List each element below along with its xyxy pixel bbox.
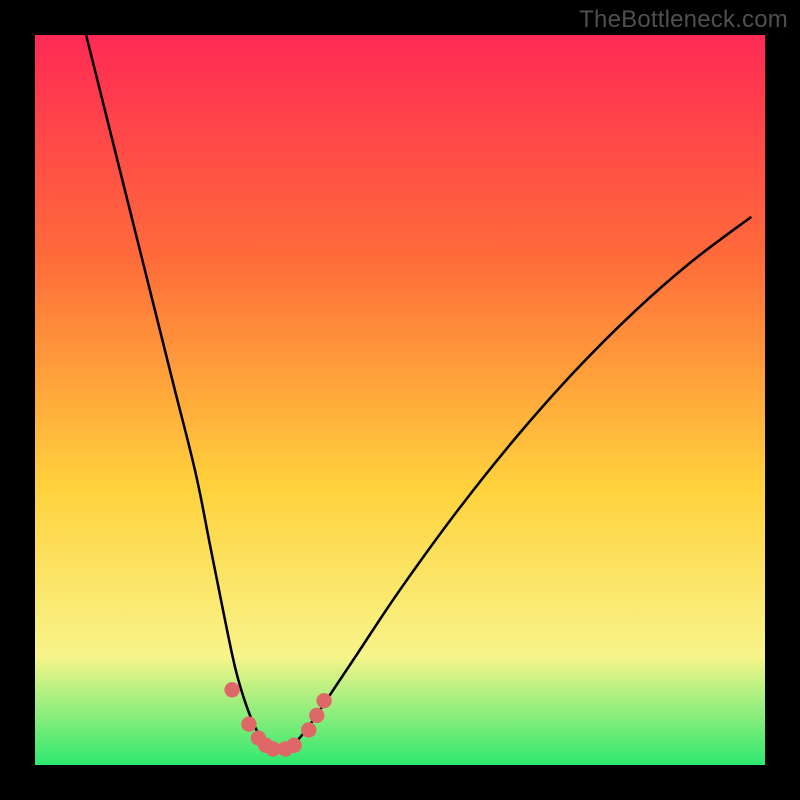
data-marker	[241, 716, 256, 731]
data-marker	[286, 738, 301, 753]
data-marker	[301, 722, 316, 737]
watermark-text: TheBottleneck.com	[579, 6, 788, 34]
left-curve	[86, 35, 279, 750]
right-curve	[280, 218, 751, 751]
plot-area	[35, 35, 765, 765]
data-marker	[316, 693, 331, 708]
outer-frame: TheBottleneck.com	[0, 0, 800, 800]
data-markers	[224, 682, 331, 756]
data-marker	[224, 682, 239, 697]
data-marker	[309, 708, 324, 723]
chart-svg	[35, 35, 765, 765]
